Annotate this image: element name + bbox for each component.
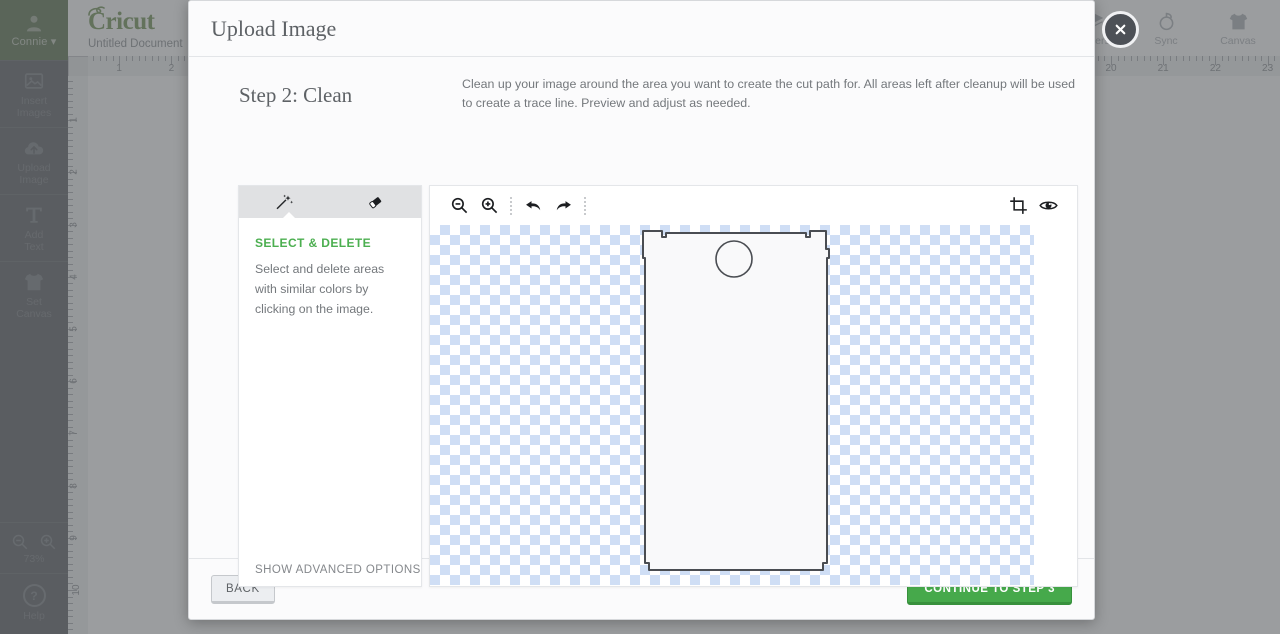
step-title: Step 2: Clean bbox=[239, 83, 353, 107]
zoom-in-icon bbox=[481, 197, 497, 214]
undo-icon bbox=[525, 201, 540, 211]
modal-header: Upload Image bbox=[189, 1, 1094, 57]
image-canvas-stage[interactable] bbox=[430, 225, 1077, 586]
modal-title: Upload Image bbox=[211, 15, 337, 41]
close-icon bbox=[1115, 24, 1126, 35]
preview-button[interactable] bbox=[1033, 191, 1063, 221]
redo-icon bbox=[556, 201, 571, 211]
tool-tabs bbox=[239, 186, 421, 219]
toolbar-separator bbox=[510, 196, 512, 215]
zoom-out-icon bbox=[451, 197, 467, 214]
step-description: Clean up your image around the area you … bbox=[462, 77, 1076, 110]
tool-description: Select and delete areas with similar col… bbox=[255, 262, 385, 316]
toolbar-separator bbox=[584, 196, 586, 215]
upload-image-modal: Upload Image Step 2: Clean Clean up your… bbox=[188, 0, 1095, 620]
tool-panel: SELECT & DELETE Select and delete areas … bbox=[238, 185, 422, 587]
canvas-zoom-out-button[interactable] bbox=[444, 191, 474, 221]
modal-body: Step 2: Clean Clean up your image around… bbox=[189, 57, 1094, 587]
undo-button[interactable] bbox=[518, 191, 548, 221]
eye-icon bbox=[1038, 201, 1058, 210]
canvas-toolbar bbox=[430, 186, 1077, 225]
tool-heading: SELECT & DELETE bbox=[255, 236, 372, 250]
close-modal-button[interactable] bbox=[1102, 11, 1139, 48]
eraser-icon bbox=[369, 196, 382, 208]
canvas-zoom-in-button[interactable] bbox=[474, 191, 504, 221]
redo-button[interactable] bbox=[548, 191, 578, 221]
tool-content: SELECT & DELETE Select and delete areas … bbox=[239, 218, 421, 319]
show-advanced-options-link[interactable]: SHOW ADVANCED OPTIONS bbox=[255, 564, 421, 576]
active-tab-caret bbox=[282, 212, 296, 219]
image-canvas-panel bbox=[429, 185, 1078, 587]
magic-wand-icon bbox=[276, 194, 294, 209]
crop-icon bbox=[1009, 197, 1027, 214]
crop-button[interactable] bbox=[1003, 191, 1033, 221]
tab-eraser[interactable] bbox=[330, 186, 421, 218]
uploaded-image-shape[interactable] bbox=[430, 225, 1034, 585]
